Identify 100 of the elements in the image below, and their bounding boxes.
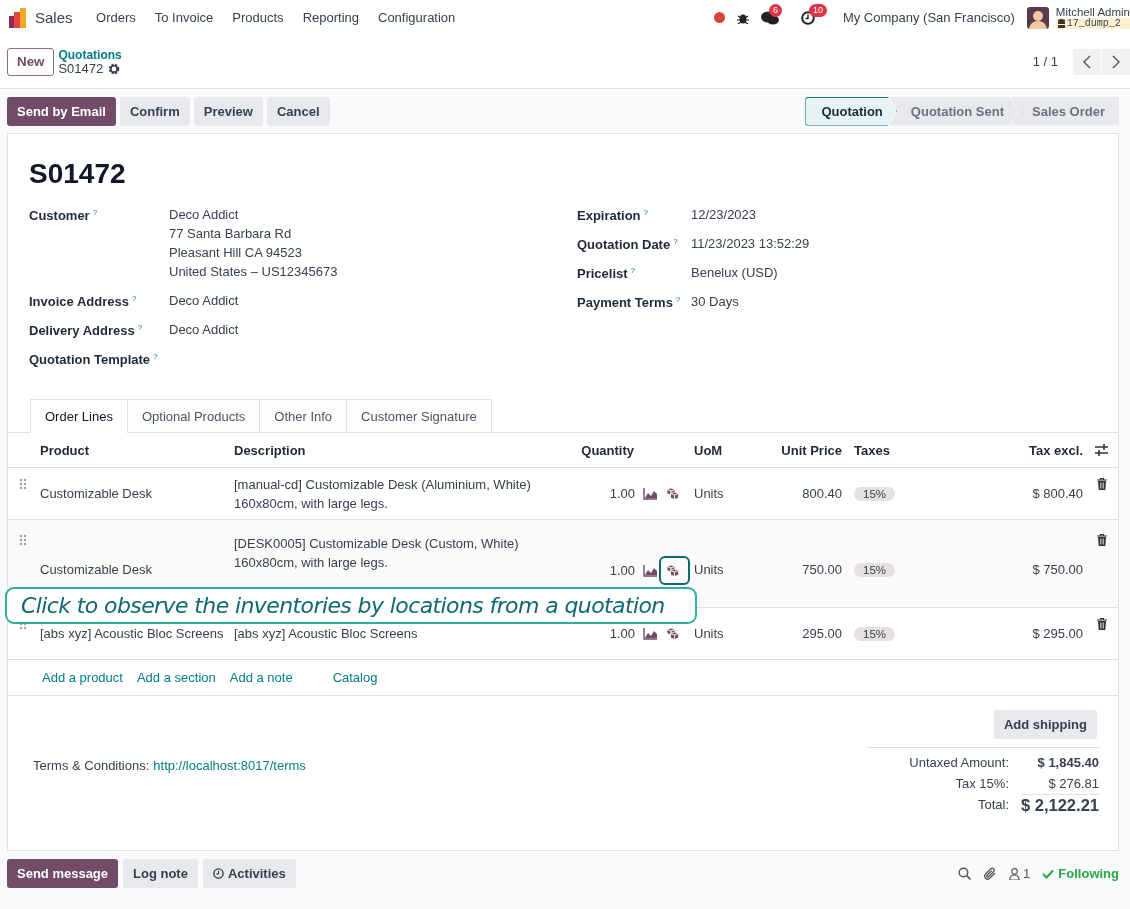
app-name[interactable]: Sales (35, 9, 73, 26)
field-label: Pricelist (577, 266, 628, 281)
tab[interactable]: Order Lines (30, 399, 128, 433)
forecast-button[interactable] (641, 485, 659, 502)
record-icon[interactable] (713, 12, 725, 23)
field-value[interactable]: 30 Days (691, 292, 1118, 311)
field-value[interactable]: Deco Addict 77 Santa Barbara Rd Pleasant Hill CA 94523 United States – US12345673 (169, 205, 577, 281)
column-header[interactable]: Unit Price (760, 442, 848, 458)
boxes-icon (667, 487, 682, 500)
action-button[interactable]: Preview (193, 96, 263, 126)
table-cell: 1.00 (609, 486, 635, 501)
help-mark[interactable]: ? (92, 208, 98, 217)
menu-item[interactable]: Orders (86, 10, 146, 25)
terms-label: Terms & Conditions: (33, 758, 150, 775)
add-line-link[interactable]: Add a note (229, 670, 293, 685)
field-value[interactable]: Deco Addict (169, 291, 577, 310)
table-cell: 1.00 (609, 626, 635, 641)
paperclip-icon[interactable] (983, 866, 998, 881)
menu-item[interactable]: Reporting (293, 10, 369, 25)
table-cell: 1.00 (609, 563, 635, 578)
total-value: $ 276.81 (1047, 775, 1099, 793)
chatter-button[interactable]: Send message (7, 859, 119, 888)
tab[interactable]: Optional Products (126, 399, 261, 433)
field-label: Payment Terms (577, 295, 673, 310)
table-cell-text: [abs xyz] Acoustic Bloc Screens (233, 625, 419, 643)
status-stage[interactable]: Sales Order (1010, 96, 1119, 126)
field-label: Delivery Address (29, 323, 135, 338)
forecast-button[interactable] (641, 625, 659, 642)
add-line-link[interactable]: Add a product (42, 670, 123, 685)
column-header[interactable]: Description (228, 442, 560, 458)
boxes-icon (667, 627, 682, 640)
breadcrumb-link[interactable]: Quotations (58, 47, 122, 62)
total-label: Total: (976, 796, 1009, 814)
column-settings-icon[interactable] (1095, 444, 1108, 456)
clock-icon[interactable] (800, 10, 815, 25)
menu-item[interactable]: Products (222, 10, 294, 25)
action-button[interactable]: Confirm (119, 96, 190, 126)
column-header[interactable]: Product (34, 442, 228, 458)
column-header[interactable]: Tax excl. (960, 442, 1089, 458)
help-mark[interactable]: ? (630, 266, 636, 275)
add-line-link[interactable]: Catalog (332, 670, 378, 685)
drag-handle-icon[interactable] (19, 534, 27, 546)
total-label: Tax 15%: (954, 775, 1009, 793)
trash-icon[interactable] (1097, 534, 1107, 546)
column-header[interactable]: Taxes (848, 442, 960, 458)
menu-item[interactable]: To Invoice (145, 10, 223, 25)
help-mark[interactable]: ? (137, 323, 143, 332)
trash-icon[interactable] (1097, 478, 1107, 490)
column-header[interactable]: Quantity (560, 442, 688, 458)
company-switcher[interactable]: My Company (San Francisco) (842, 10, 1015, 25)
area-chart-icon (643, 564, 657, 577)
new-button[interactable]: New (7, 47, 55, 76)
action-button[interactable]: Cancel (266, 96, 330, 126)
field-value[interactable]: Deco Addict (169, 320, 577, 339)
search-icon[interactable] (958, 867, 972, 880)
field-label: Quotation Date (577, 237, 671, 252)
field-value[interactable]: Benelux (USD) (691, 263, 1118, 282)
table-cell-text: $ 295.00 (1031, 626, 1084, 641)
menu-item[interactable]: Configuration (368, 10, 465, 25)
field-label: Expiration (577, 208, 641, 223)
terms-link[interactable]: http://localhost:8017/terms (153, 758, 306, 816)
field-label: Customer (29, 208, 90, 223)
followers-button[interactable]: 1 (1009, 866, 1031, 881)
column-header[interactable]: UoM (688, 442, 760, 458)
app-logo[interactable] (8, 7, 28, 28)
area-chart-icon (643, 627, 657, 640)
chatter-button[interactable]: Log note (123, 859, 198, 888)
action-button[interactable]: Send by Email (7, 96, 116, 126)
pager-value: 1 / 1 (1032, 54, 1058, 69)
chatter-button[interactable]: Activities (202, 859, 296, 888)
table-cell-text: [DESK0005] Customizable Desk (Custom, White) 160x80cm, with large legs. (233, 535, 520, 572)
table-cell-text: [abs xyz] Acoustic Bloc Screens (39, 626, 225, 641)
chevron-left-icon (1083, 54, 1091, 69)
help-mark[interactable]: ? (673, 237, 678, 246)
avatar[interactable] (1026, 6, 1049, 29)
drag-handle-icon[interactable] (19, 478, 27, 490)
total-value: $ 2,122.21 (1021, 794, 1099, 816)
help-mark[interactable]: ? (643, 208, 649, 217)
trash-icon[interactable] (1097, 618, 1107, 630)
table-cell-text: $ 800.40 (1031, 486, 1084, 501)
status-stage[interactable]: Quotation Sent (888, 96, 1018, 126)
help-mark[interactable]: ? (675, 295, 681, 304)
field-value[interactable]: 12/23/2023 (691, 205, 1118, 224)
record-name: S01472 (58, 61, 104, 76)
field-value[interactable]: 11/23/2023 13:52:29 (691, 234, 1118, 253)
table-cell-text: [manual-cd] Customizable Desk (Aluminium, White) 160x80cm, with large legs. (233, 475, 532, 513)
tab[interactable]: Customer Signature (346, 399, 492, 433)
inventory-button[interactable] (661, 558, 688, 583)
add-line-link[interactable]: Add a section (136, 670, 216, 685)
status-stage[interactable]: Quotation (805, 96, 897, 126)
user-name[interactable]: Mitchell Admin (1055, 6, 1130, 18)
field-label: Quotation Template (29, 352, 151, 367)
help-mark[interactable]: ? (131, 294, 137, 303)
forecast-button[interactable] (641, 562, 659, 579)
person-icon (1009, 867, 1021, 880)
add-shipping-button[interactable]: Add shipping (993, 710, 1097, 739)
table-cell-text: 750.00 (801, 562, 843, 577)
area-chart-icon (643, 487, 657, 500)
gear-icon[interactable] (108, 62, 121, 75)
help-mark[interactable]: ? (153, 352, 158, 361)
